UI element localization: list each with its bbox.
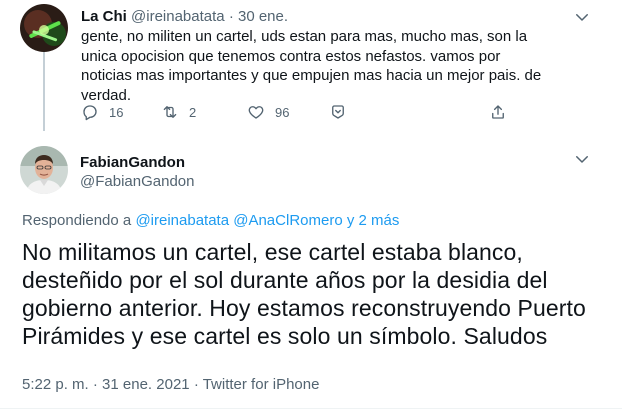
display-name[interactable]: La Chi xyxy=(81,8,127,25)
display-name[interactable]: FabianGandon xyxy=(80,153,185,173)
reply-button[interactable]: 16 xyxy=(81,101,123,123)
like-count: 96 xyxy=(275,104,290,120)
separator: · xyxy=(228,8,234,25)
chevron-down-icon xyxy=(576,156,588,163)
avatar-image xyxy=(20,4,68,52)
avatar-image xyxy=(20,146,68,194)
more-options-button[interactable] xyxy=(573,8,591,26)
retweet-count: 2 xyxy=(189,104,197,120)
mention-link[interactable]: @AnaClRomero xyxy=(233,212,342,229)
tweet-text: No militamos un cartel, ese cartel estab… xyxy=(22,239,586,349)
reply-count: 16 xyxy=(109,104,124,120)
chevron-down-icon xyxy=(576,14,588,21)
avatar[interactable] xyxy=(20,146,68,194)
divider xyxy=(0,408,622,409)
bookmark-button[interactable] xyxy=(329,101,347,123)
parent-tweet-text: gente, no militen un cartel, uds estan p… xyxy=(81,28,542,104)
separator: · xyxy=(193,376,199,393)
tweet-time[interactable]: 5:22 p. m. xyxy=(22,376,89,393)
tweet-meta: 5:22 p. m. · 31 ene. 2021 · Twitter for … xyxy=(22,375,319,395)
replying-connector: y xyxy=(346,212,355,229)
share-button[interactable] xyxy=(489,101,507,123)
tweet-date[interactable]: 30 ene. xyxy=(238,8,288,25)
retweet-button[interactable]: 2 xyxy=(161,101,196,123)
avatar[interactable] xyxy=(20,4,68,52)
reply-icon xyxy=(83,105,97,121)
more-options-button[interactable] xyxy=(573,150,591,168)
share-icon xyxy=(492,105,504,119)
replying-to: Respondiendo a @ireinabatata @AnaClRomer… xyxy=(22,211,399,231)
tweet-actions: 16 2 96 xyxy=(81,101,521,123)
tweet-source[interactable]: Twitter for iPhone xyxy=(203,376,320,393)
replying-prefix: Respondiendo a xyxy=(22,212,132,229)
user-handle[interactable]: @ireinabatata xyxy=(131,8,225,25)
user-handle[interactable]: @FabianGandon xyxy=(80,172,194,192)
separator: · xyxy=(92,376,98,393)
like-button[interactable]: 96 xyxy=(247,101,289,123)
heart-icon xyxy=(248,106,264,119)
parent-tweet-header: La Chi @ireinabatata · 30 ene. xyxy=(81,7,288,27)
more-mentions-link[interactable]: 2 más xyxy=(359,212,400,229)
bookmark-icon xyxy=(332,105,344,119)
tweet-date[interactable]: 31 ene. 2021 xyxy=(102,376,190,393)
mention-link[interactable]: @ireinabatata xyxy=(135,212,229,229)
thread-connector-line xyxy=(43,48,45,131)
retweet-icon xyxy=(163,106,177,118)
